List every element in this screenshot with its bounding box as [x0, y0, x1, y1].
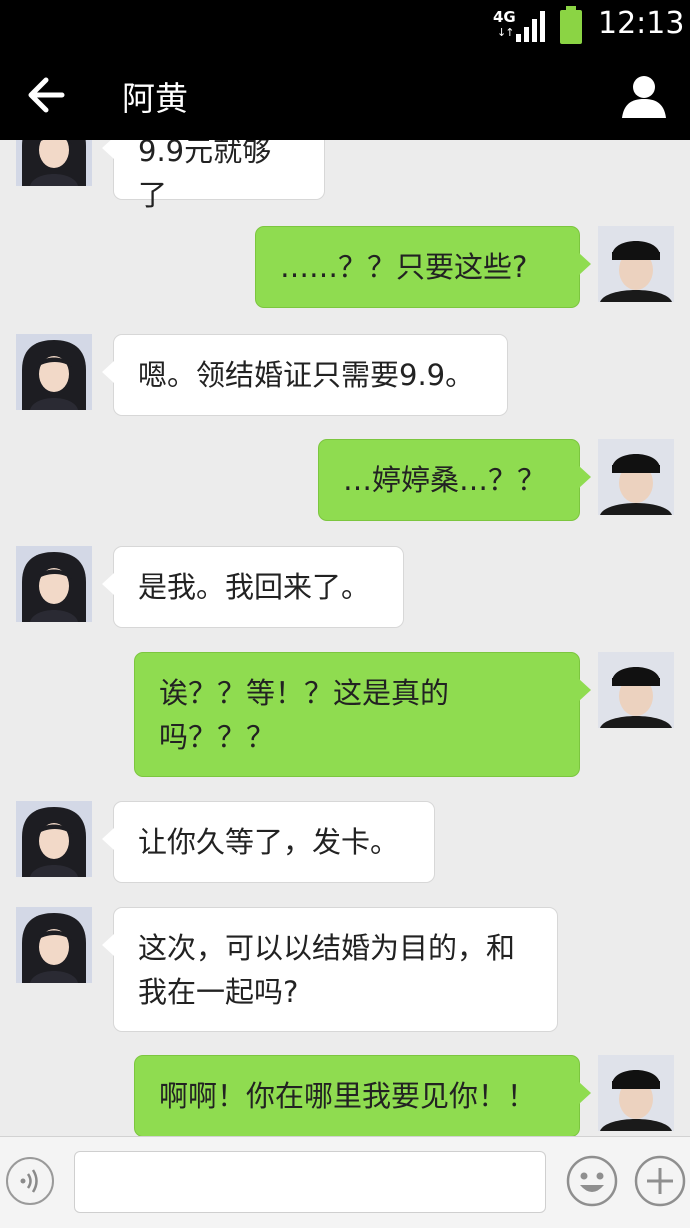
contact-avatar[interactable]: [16, 140, 92, 186]
message-input[interactable]: [74, 1151, 546, 1213]
contact-avatar[interactable]: [16, 334, 92, 410]
outgoing-message-bubble[interactable]: …婷婷桑…？？: [318, 439, 591, 521]
outgoing-message-bubble[interactable]: 诶？？等！？这是真的吗？？？: [134, 652, 591, 777]
contact-avatar[interactable]: [16, 801, 92, 877]
user-avatar[interactable]: [598, 1055, 674, 1131]
emoji-icon[interactable]: [566, 1155, 618, 1207]
message-list[interactable]: 9.9元就够了 ……？？只要这些? 嗯。领结婚证只需要9.9。 …婷婷桑…？？ …: [0, 140, 690, 1136]
voice-icon: [20, 1169, 38, 1193]
chat-header: 阿黄: [0, 50, 690, 140]
outgoing-message-bubble[interactable]: ……？？只要这些?: [255, 226, 591, 308]
incoming-message-bubble[interactable]: 让你久等了，发卡。: [102, 801, 435, 883]
clock: 12:13: [598, 6, 685, 41]
contact-avatar[interactable]: [16, 907, 92, 983]
incoming-message-bubble[interactable]: 嗯。领结婚证只需要9.9。: [102, 334, 508, 416]
incoming-message-bubble[interactable]: 9.9元就够了: [102, 140, 325, 212]
data-activity-icon: ↓↑: [497, 26, 514, 39]
outgoing-message-bubble[interactable]: 啊啊！你在哪里我要见你！！: [134, 1055, 591, 1136]
signal-icon: [516, 11, 545, 42]
user-avatar[interactable]: [598, 439, 674, 515]
user-avatar[interactable]: [598, 652, 674, 728]
message-input-bar: [0, 1136, 690, 1228]
incoming-message-bubble[interactable]: 是我。我回来了。: [102, 546, 404, 628]
chat-title: 阿黄: [122, 79, 188, 118]
voice-input-button[interactable]: [6, 1157, 54, 1205]
incoming-message-bubble[interactable]: 这次，可以以结婚为目的，和我在一起吗?: [102, 907, 558, 1032]
status-bar: 4G ↓↑ 12:13: [0, 0, 690, 50]
contact-profile-icon[interactable]: [620, 74, 668, 118]
contact-avatar[interactable]: [16, 546, 92, 622]
network-type: 4G: [493, 8, 516, 26]
plus-icon[interactable]: [634, 1155, 686, 1207]
battery-icon: [560, 6, 582, 44]
user-avatar[interactable]: [598, 226, 674, 302]
back-arrow-icon[interactable]: [26, 74, 66, 116]
